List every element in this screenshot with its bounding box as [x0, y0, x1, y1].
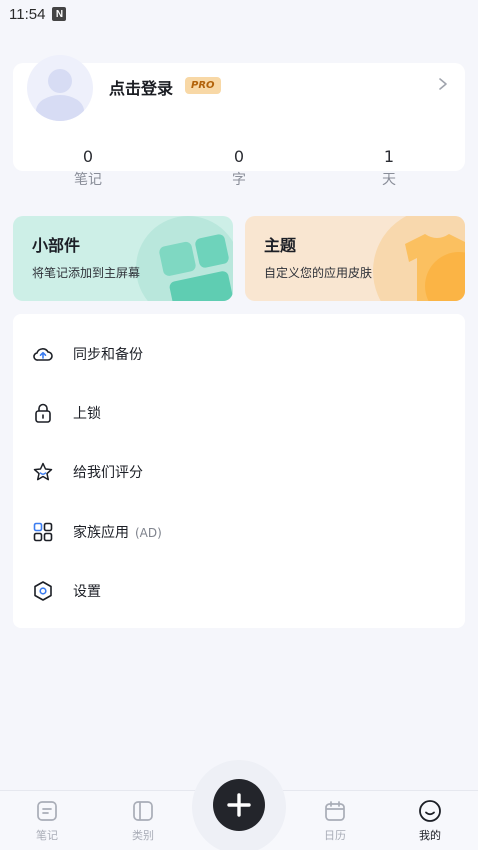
ad-tag: (AD)	[135, 525, 162, 540]
plus-icon	[227, 793, 251, 817]
notification-badge: N	[52, 7, 67, 21]
chevron-right-icon[interactable]	[437, 77, 449, 91]
nav-calendar-label: 日历	[324, 829, 346, 842]
add-note-button[interactable]	[213, 779, 265, 831]
stat-words: 0 字	[199, 147, 279, 189]
avatar-icon	[36, 69, 84, 121]
cloud-upload-icon	[33, 347, 53, 361]
nav-notes-label: 笔记	[36, 829, 58, 842]
stat-notes-value: 0	[82, 147, 94, 166]
apps-grid-icon	[33, 522, 53, 541]
theme-desc: 自定义您的应用皮肤	[264, 266, 373, 280]
menu-item-lock[interactable]: 上锁	[13, 383, 465, 442]
tshirt-decoration-icon	[373, 216, 465, 301]
menu-item-family-apps[interactable]: 家族应用 (AD)	[13, 502, 465, 561]
settings-hexagon-icon	[34, 580, 52, 601]
stat-notes-label: 笔记	[74, 172, 102, 188]
calendar-icon	[325, 801, 345, 821]
profile-card[interactable]: 点击登录 PRO 0 笔记 0 字 1 天	[13, 55, 465, 188]
widget-desc: 将笔记添加到主屏幕	[32, 266, 141, 280]
nav-notes[interactable]: 笔记	[17, 799, 77, 843]
pro-badge: PRO	[185, 77, 221, 94]
theme-title: 主题	[264, 236, 297, 255]
login-label[interactable]: 点击登录	[109, 75, 173, 99]
stat-words-value: 0	[233, 147, 245, 166]
smiley-icon	[419, 800, 441, 822]
avatar[interactable]	[27, 55, 93, 121]
star-icon	[33, 462, 53, 480]
stat-notes: 0 笔记	[48, 147, 128, 189]
nav-mine[interactable]: 我的	[400, 799, 460, 843]
menu-item-label: 同步和备份	[73, 346, 143, 363]
menu-item-label: 给我们评分	[73, 464, 143, 481]
stat-days-value: 1	[383, 147, 395, 166]
widget-title: 小部件	[32, 236, 81, 255]
widget-decoration-icon	[136, 216, 233, 301]
widget-card[interactable]: 小部件 将笔记添加到主屏幕	[13, 216, 233, 301]
menu-item-label: 家族应用 (AD)	[73, 524, 162, 541]
stat-days: 1 天	[349, 147, 429, 189]
menu-list: 同步和备份 上锁 给我们评分 家族应用 (AD) 设置	[13, 314, 465, 628]
nav-categories-label: 类别	[132, 829, 154, 842]
status-bar: 11:54 N	[0, 0, 478, 28]
theme-card[interactable]: 主题 自定义您的应用皮肤	[245, 216, 465, 301]
nav-categories[interactable]: 类别	[113, 799, 173, 843]
stat-days-label: 天	[382, 172, 396, 188]
lock-icon	[35, 403, 51, 423]
menu-item-rate-us[interactable]: 给我们评分	[13, 442, 465, 501]
category-icon	[133, 801, 153, 821]
status-time: 11:54	[9, 5, 46, 23]
menu-item-label: 上锁	[73, 405, 101, 422]
menu-item-settings[interactable]: 设置	[13, 561, 465, 620]
nav-mine-label: 我的	[419, 829, 441, 842]
nav-calendar[interactable]: 日历	[305, 799, 365, 843]
note-icon	[37, 801, 57, 821]
menu-item-sync-backup[interactable]: 同步和备份	[13, 324, 465, 383]
menu-item-label: 设置	[73, 583, 101, 600]
stat-words-label: 字	[232, 172, 246, 188]
